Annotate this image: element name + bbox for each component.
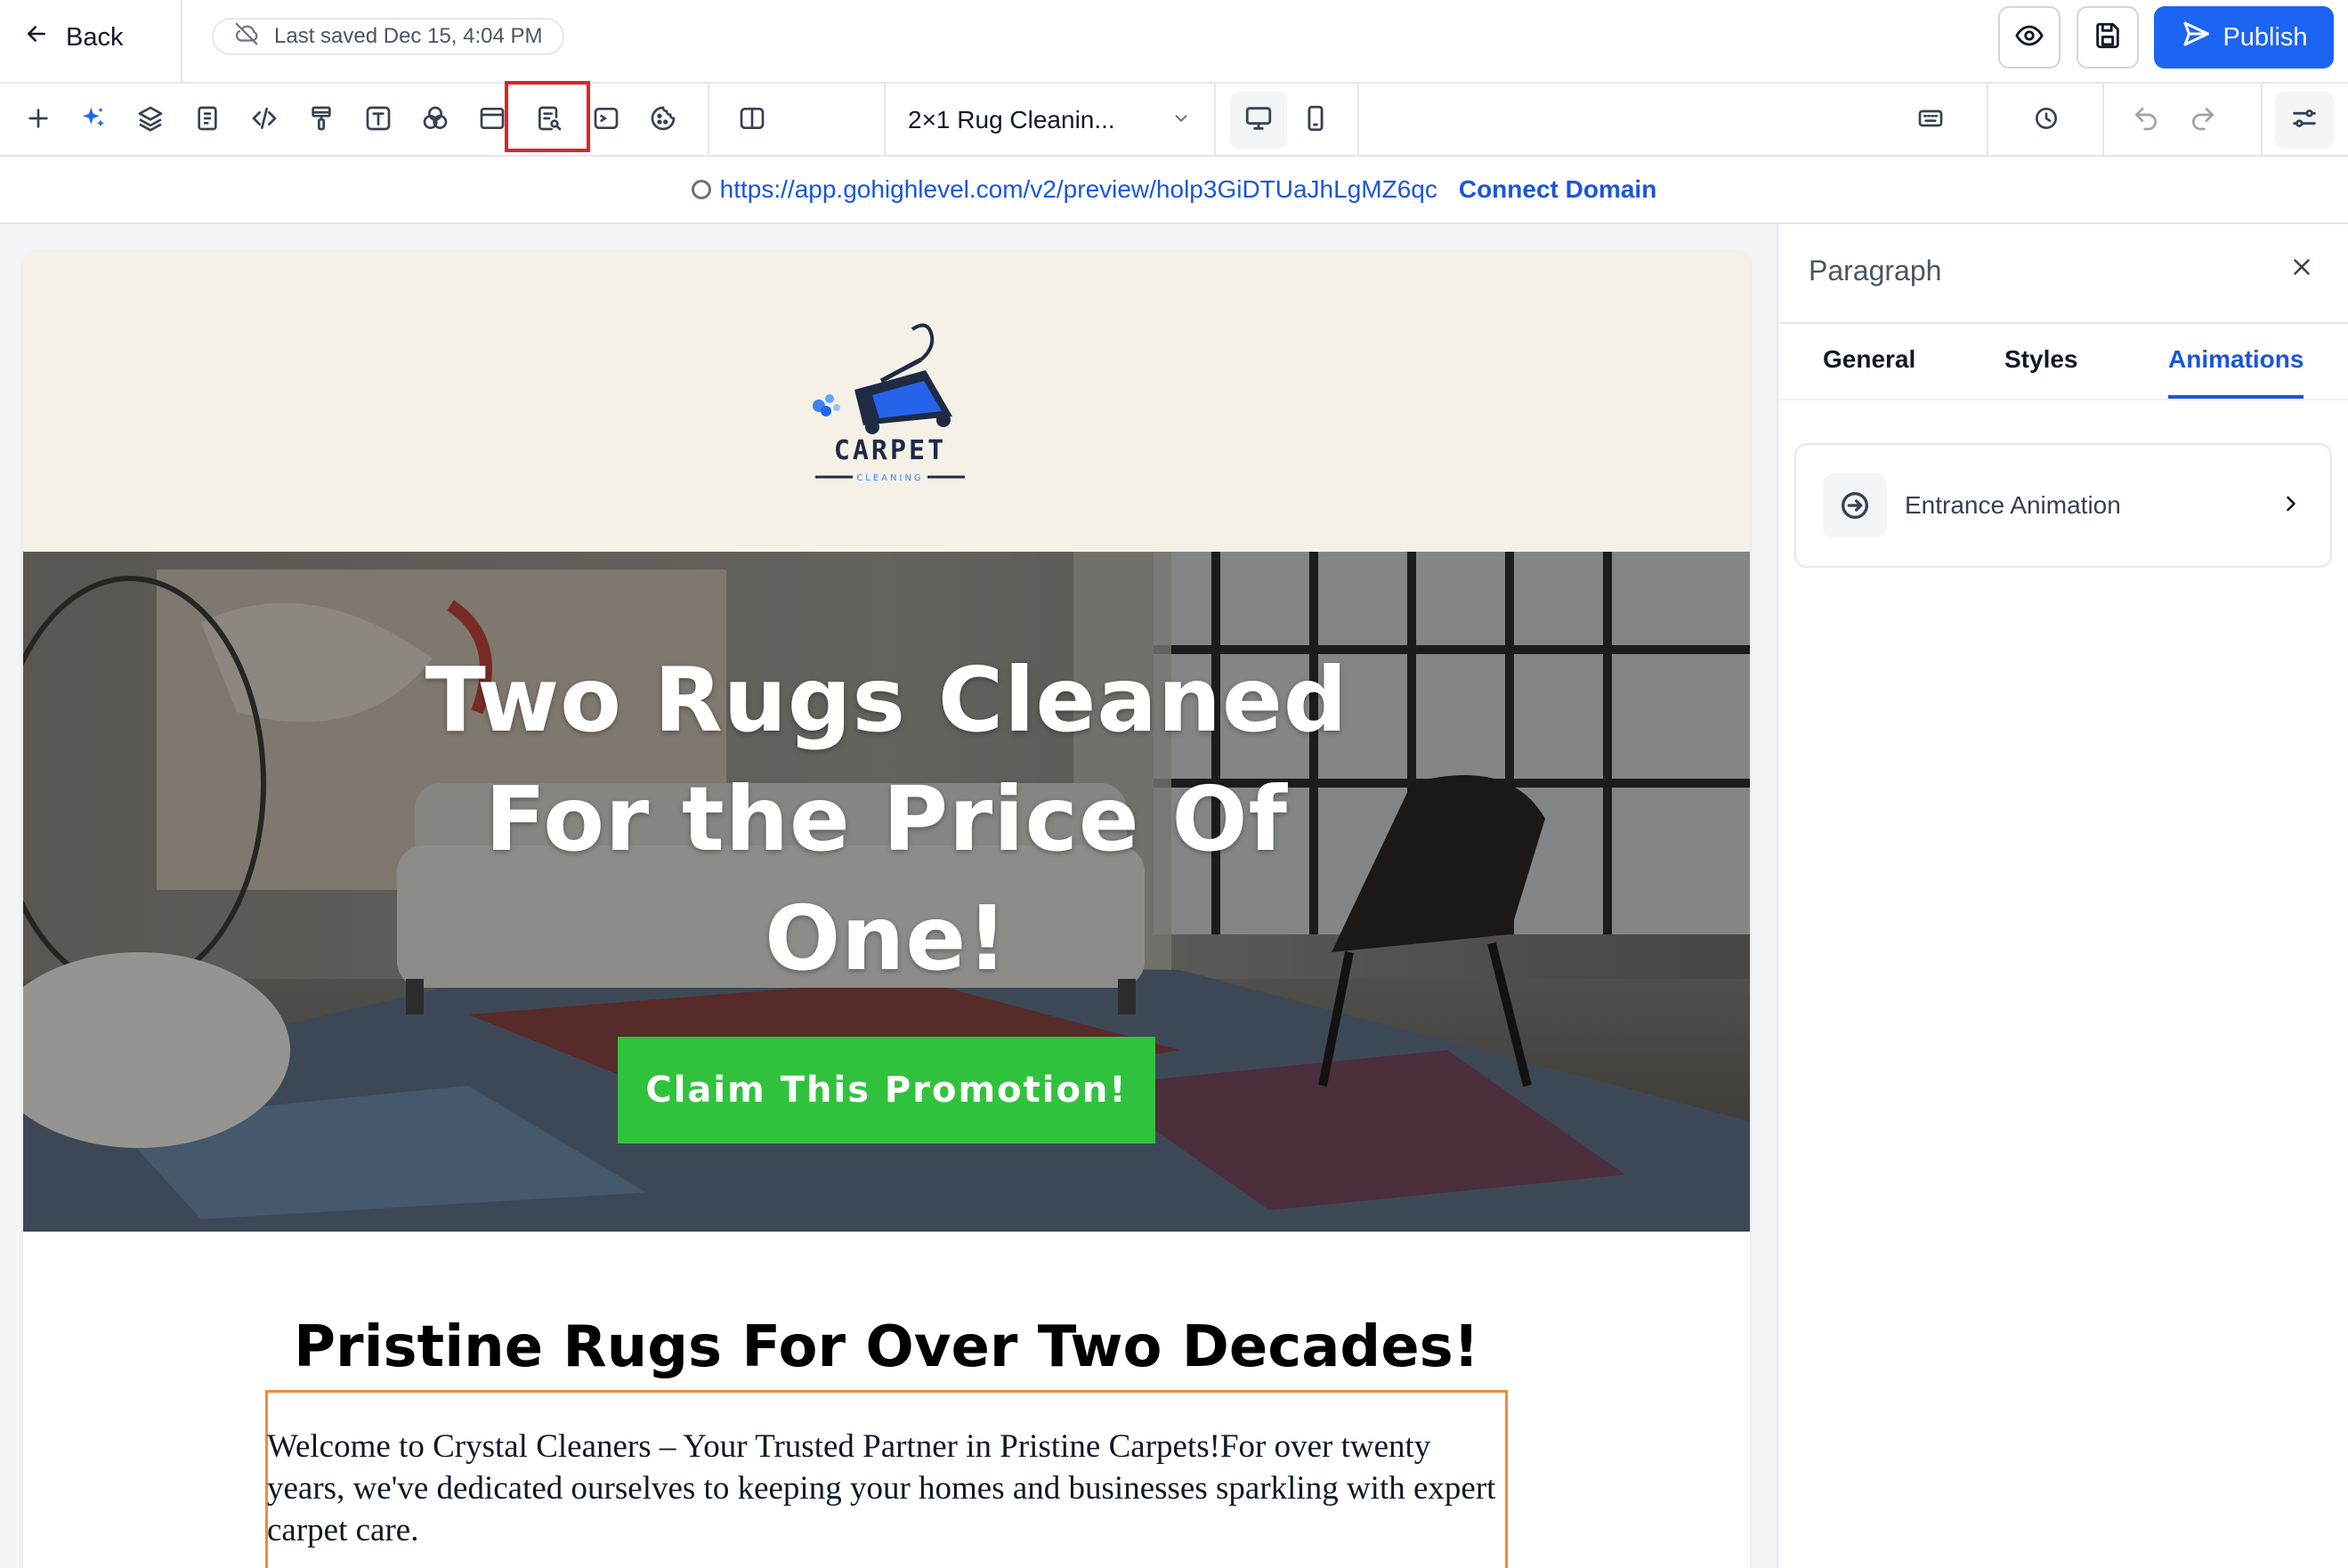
undo-button[interactable] <box>2125 100 2166 141</box>
sliders-icon <box>2289 103 2320 138</box>
document-icon <box>193 104 222 137</box>
monitor-icon <box>1243 103 1274 138</box>
publish-label: Publish <box>2223 22 2308 52</box>
preview-button[interactable] <box>1998 6 2061 69</box>
cloud-off-icon <box>233 20 260 53</box>
editor-canvas: CARPET CLEANING Two Rugs Cleaned For the… <box>0 224 1777 1568</box>
section-heading[interactable]: Pristine Rugs For Over Two Decades! <box>23 1314 1750 1380</box>
colors-button[interactable] <box>415 100 456 141</box>
top-bar: Back Last saved Dec 15, 4:04 PM Publish <box>0 0 2348 84</box>
keyboard-icon <box>1916 104 1945 137</box>
redo-icon <box>2189 104 2217 137</box>
add-element-button[interactable] <box>18 100 59 141</box>
last-saved-text: Last saved Dec 15, 4:04 PM <box>274 24 543 48</box>
smartphone-icon <box>1300 103 1331 138</box>
entrance-animation-row[interactable]: Entrance Animation <box>1794 443 2332 568</box>
hero-line: For the Price Of <box>484 767 1289 871</box>
code-icon <box>250 104 279 137</box>
tab-general[interactable]: General <box>1823 345 1915 374</box>
divider <box>1214 84 1216 157</box>
hero-headline[interactable]: Two Rugs Cleaned For the Price Of One! <box>352 641 1421 998</box>
publish-button[interactable]: Publish <box>2154 6 2334 69</box>
tab-styles[interactable]: Styles <box>2004 345 2078 374</box>
divider <box>884 84 886 157</box>
editor-toolbar: 2×1 Rug Cleanin... <box>0 84 2348 157</box>
eye-icon <box>2014 20 2044 55</box>
plus-icon <box>24 104 53 137</box>
claim-promotion-button[interactable]: Claim This Promotion! <box>618 1037 1155 1144</box>
pages-button[interactable] <box>187 100 228 141</box>
hero-line: Two Rugs Cleaned <box>425 648 1348 752</box>
mobile-view-button[interactable] <box>1287 92 1344 149</box>
keyboard-shortcuts-button[interactable] <box>1910 100 1951 141</box>
custom-code-button[interactable] <box>244 100 285 141</box>
divider <box>1357 84 1359 157</box>
page-selector-label: 2×1 Rug Cleanin... <box>908 106 1115 133</box>
divider <box>181 0 182 84</box>
preview-url-bar: https://app.gohighlevel.com/v2/preview/h… <box>0 157 2348 224</box>
back-label: Back <box>66 22 124 52</box>
undo-icon <box>2132 104 2160 137</box>
save-button[interactable] <box>2077 6 2139 69</box>
divider <box>2261 84 2263 157</box>
last-saved-status: Last saved Dec 15, 4:04 PM <box>212 18 564 55</box>
color-circles-icon <box>421 104 449 137</box>
window-icon <box>478 104 506 137</box>
terminal-icon <box>592 104 620 137</box>
redo-button[interactable] <box>2182 100 2223 141</box>
highlight-annotation <box>505 81 590 152</box>
arrow-left-icon <box>23 20 50 54</box>
connect-domain-link[interactable]: Connect Domain <box>1459 175 1656 204</box>
history-icon <box>2032 104 2061 137</box>
header-section[interactable]: CARPET CLEANING <box>23 251 1750 552</box>
chevron-down-icon <box>1171 106 1191 134</box>
layers-icon <box>136 104 165 137</box>
divider <box>1778 399 2348 400</box>
sparkles-icon <box>79 104 108 137</box>
close-panel-button[interactable] <box>2284 251 2320 287</box>
typography-button[interactable] <box>358 100 399 141</box>
desktop-view-button[interactable] <box>1230 92 1287 149</box>
ai-assistant-button[interactable] <box>73 100 114 141</box>
logo-subtext: CLEANING <box>856 473 923 483</box>
tab-animations[interactable]: Animations <box>2168 345 2303 374</box>
chevron-right-icon <box>2279 491 2303 521</box>
close-icon <box>2288 254 2315 285</box>
cookie-consent-button[interactable] <box>643 100 684 141</box>
save-icon <box>2093 20 2123 55</box>
paint-brush-button[interactable] <box>301 100 342 141</box>
active-tab-indicator <box>2168 395 2303 399</box>
version-history-button[interactable] <box>2026 100 2067 141</box>
status-circle-icon <box>691 180 711 199</box>
text-icon <box>364 104 393 137</box>
settings-panel-toggle[interactable] <box>2275 92 2334 149</box>
properties-panel: Paragraph General Styles Animations Entr… <box>1777 224 2348 1568</box>
tracking-code-button[interactable] <box>586 100 627 141</box>
logo-word: CARPET <box>834 435 946 466</box>
preview-link[interactable]: https://app.gohighlevel.com/v2/preview/h… <box>720 175 1437 204</box>
preview-url: https://app.gohighlevel.com/v2/preview/h… <box>691 175 1437 204</box>
page-selector[interactable]: 2×1 Rug Cleanin... <box>908 96 1191 144</box>
panel-title: Paragraph <box>1809 255 1942 287</box>
columns-icon <box>738 104 766 137</box>
divider <box>2102 84 2104 157</box>
selected-paragraph[interactable]: Welcome to Crystal Cleaners – Your Trust… <box>267 1426 1504 1551</box>
entrance-icon <box>1823 473 1887 537</box>
cookie-icon <box>649 104 677 137</box>
back-button[interactable]: Back <box>23 18 123 57</box>
send-icon <box>2180 18 2212 57</box>
split-view-button[interactable] <box>732 100 773 141</box>
hero-section[interactable]: Two Rugs Cleaned For the Price Of One! C… <box>23 552 1750 1232</box>
paint-roller-icon <box>307 104 336 137</box>
entrance-animation-label: Entrance Animation <box>1905 491 2121 519</box>
divider <box>1778 322 2348 324</box>
carpet-cleaning-logo[interactable]: CARPET CLEANING <box>810 319 970 488</box>
layers-button[interactable] <box>130 100 171 141</box>
divider <box>1987 84 1988 157</box>
divider <box>708 84 709 157</box>
hero-line: One! <box>765 886 1008 990</box>
page-preview: CARPET CLEANING Two Rugs Cleaned For the… <box>23 251 1750 1568</box>
